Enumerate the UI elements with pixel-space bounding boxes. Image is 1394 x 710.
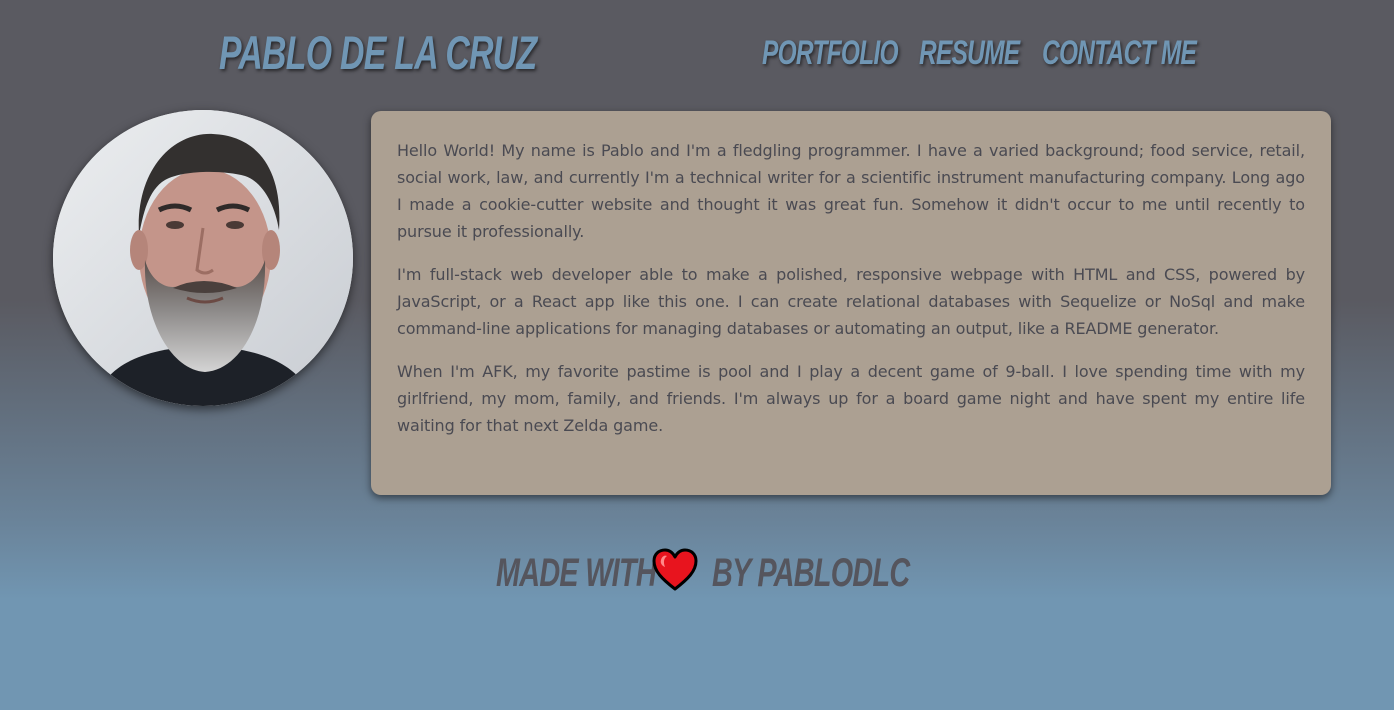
about-paragraph-intro: Hello World! My name is Pablo and I'm a … — [397, 141, 1305, 241]
about-card: Hello World! My name is Pablo and I'm a … — [371, 111, 1331, 495]
footer-by-author: BY PABLODLC — [712, 551, 910, 595]
avatar — [53, 110, 353, 406]
nav-link-contact-me[interactable]: CONTACT ME — [1042, 32, 1197, 74]
nav-link-portfolio[interactable]: PORTFOLIO — [762, 32, 899, 74]
site-title: PABLO DE LA CRUZ — [219, 26, 537, 79]
profile-photo-icon — [53, 110, 353, 406]
about-paragraph-skills: I'm full-stack web developer able to mak… — [397, 265, 1305, 338]
about-paragraph-hobbies: When I'm AFK, my favorite pastime is poo… — [397, 362, 1305, 435]
footer: MADE WITH BY PABLODLC — [496, 546, 916, 598]
footer-made-with: MADE WITH — [496, 551, 657, 595]
heart-icon — [652, 548, 698, 591]
nav-link-resume[interactable]: RESUME — [919, 32, 1020, 74]
